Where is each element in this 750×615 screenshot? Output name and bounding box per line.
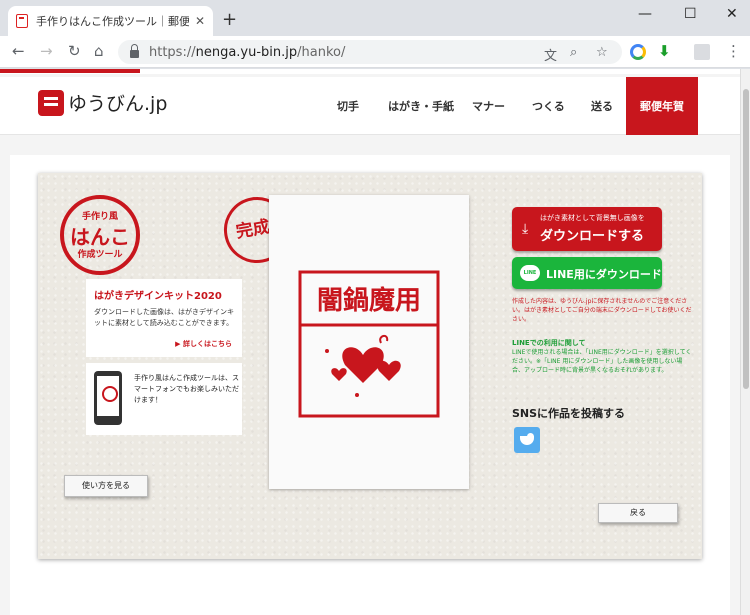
kit-more-link[interactable]: ▶ 詳しくはこちら	[175, 339, 232, 349]
browser-tabbar: 手作りはんこ作成ツール｜郵便年 ✕ + — ☐ ✕	[0, 0, 750, 36]
top-strip	[0, 69, 740, 74]
nav-new-year[interactable]: 郵便年賀	[626, 77, 698, 135]
extension-icon[interactable]	[630, 44, 646, 60]
nav-stamps[interactable]: 切手	[337, 77, 359, 135]
translate-icon[interactable]: 文	[544, 45, 557, 64]
kit-text: ダウンロードした画像は、はがきデザインキットに素材として読み込むことができます。	[94, 308, 234, 327]
hanko-stamp-image: 闇鍋魔用	[298, 270, 440, 418]
menu-dots-icon[interactable]: ⋮	[726, 42, 741, 60]
stamp-text: 闇鍋魔用	[317, 285, 421, 316]
line-notice-heading: LINEでの利用に関して	[512, 339, 586, 347]
smartphone-box: 手作り風はんこ作成ツールは、スマートフォンでもお楽しみいただけます！	[86, 363, 242, 435]
back-arrow-icon[interactable]: ←	[12, 42, 25, 60]
download-sub-label: はがき素材として背景無し画像を	[540, 214, 645, 222]
page-viewport: ゆうびん.jp 切手 はがき・手紙 マナー つくる 送る 郵便年賀 手作り風 は…	[0, 69, 740, 615]
url-path: /hanko/	[297, 44, 346, 60]
kit-heading: はがきデザインキット2020	[94, 291, 222, 302]
postcard-preview: 闇鍋魔用	[269, 195, 469, 489]
forward-arrow-icon[interactable]: →	[40, 42, 53, 60]
browser-tab[interactable]: 手作りはんこ作成ツール｜郵便年 ✕	[8, 6, 213, 36]
line-download-button[interactable]: LINE LINE用にダウンロード	[512, 257, 662, 289]
logo-text: ゆうびん.jp	[68, 93, 168, 115]
browser-toolbar: ← → ↻ ⌂ https://nenga.yu-bin.jp/hanko/ 文…	[0, 36, 750, 68]
download-button[interactable]: ⤓ はがき素材として背景無し画像を ダウンロードする	[512, 207, 662, 251]
url-scheme: https://	[149, 44, 196, 60]
badge-line3: 作成ツール	[77, 250, 123, 260]
maximize-icon[interactable]: ☐	[684, 6, 697, 22]
nav-manners[interactable]: マナー	[472, 77, 505, 135]
nav-make[interactable]: つくる	[532, 77, 565, 135]
paper-panel: 手作り風 はんこ 作成ツール はがきデザインキット2020 ダウンロードした画像…	[38, 173, 702, 559]
home-icon[interactable]: ⌂	[94, 42, 104, 60]
line-icon: LINE	[520, 265, 540, 281]
address-bar[interactable]: https://nenga.yu-bin.jp/hanko/ 文 ⌕ ☆	[118, 40, 622, 64]
tab-close-icon[interactable]: ✕	[195, 14, 205, 28]
how-to-button[interactable]: 使い方を見る	[64, 475, 148, 497]
line-notice: LINEでの利用に関して LINEで使用される場合は、「LINE用にダウンロード…	[512, 339, 692, 375]
profile-icon[interactable]	[694, 44, 710, 60]
close-window-icon[interactable]: ✕	[726, 6, 738, 22]
lock-icon	[130, 44, 139, 58]
main-content: 手作り風 はんこ 作成ツール はがきデザインキット2020 ダウンロードした画像…	[10, 155, 730, 615]
twitter-share-icon[interactable]	[514, 427, 540, 453]
smartphone-text: 手作り風はんこ作成ツールは、スマートフォンでもお楽しみいただけます！	[134, 374, 239, 404]
reload-icon[interactable]: ↻	[68, 42, 81, 60]
download-label: ダウンロードする	[540, 229, 645, 244]
tool-badge: 手作り風 はんこ 作成ツール	[60, 195, 140, 275]
bookmark-star-icon[interactable]: ☆	[596, 45, 608, 60]
new-tab-button[interactable]: +	[222, 9, 237, 30]
sns-heading: SNSに作品を投稿する	[512, 407, 626, 420]
zoom-icon[interactable]: ⌕	[570, 45, 577, 60]
site-header: ゆうびん.jp 切手 はがき・手紙 マナー つくる 送る 郵便年賀	[0, 77, 740, 135]
nav-postcards[interactable]: はがき・手紙	[388, 77, 454, 135]
minimize-icon[interactable]: —	[638, 6, 652, 22]
badge-line2: はんこ	[70, 225, 130, 249]
line-notice-text: LINEで使用される場合は、「LINE用にダウンロード」を選択してください。※「…	[512, 349, 692, 374]
tab-title: 手作りはんこ作成ツール｜郵便年	[36, 15, 189, 28]
page-scrollbar[interactable]	[740, 69, 750, 615]
download-icon: ⤓	[522, 221, 529, 237]
back-button[interactable]: 戻る	[598, 503, 678, 523]
nav-send[interactable]: 送る	[591, 77, 613, 135]
design-kit-box[interactable]: はがきデザインキット2020 ダウンロードした画像は、はがきデザインキットに素材…	[86, 279, 242, 357]
postal-mark-icon	[38, 89, 64, 116]
smartphone-icon	[94, 371, 122, 425]
line-download-label: LINE用にダウンロード	[546, 268, 662, 281]
download-extension-icon[interactable]: ⬇	[658, 42, 671, 60]
site-logo[interactable]: ゆうびん.jp	[38, 89, 167, 116]
url-host: nenga.yu-bin.jp	[195, 44, 298, 60]
site-favicon-icon	[16, 14, 28, 28]
save-notice: 作成した内容は、ゆうびん.jpに保存されませんのでご注意ください。はがき素材とし…	[512, 298, 692, 323]
